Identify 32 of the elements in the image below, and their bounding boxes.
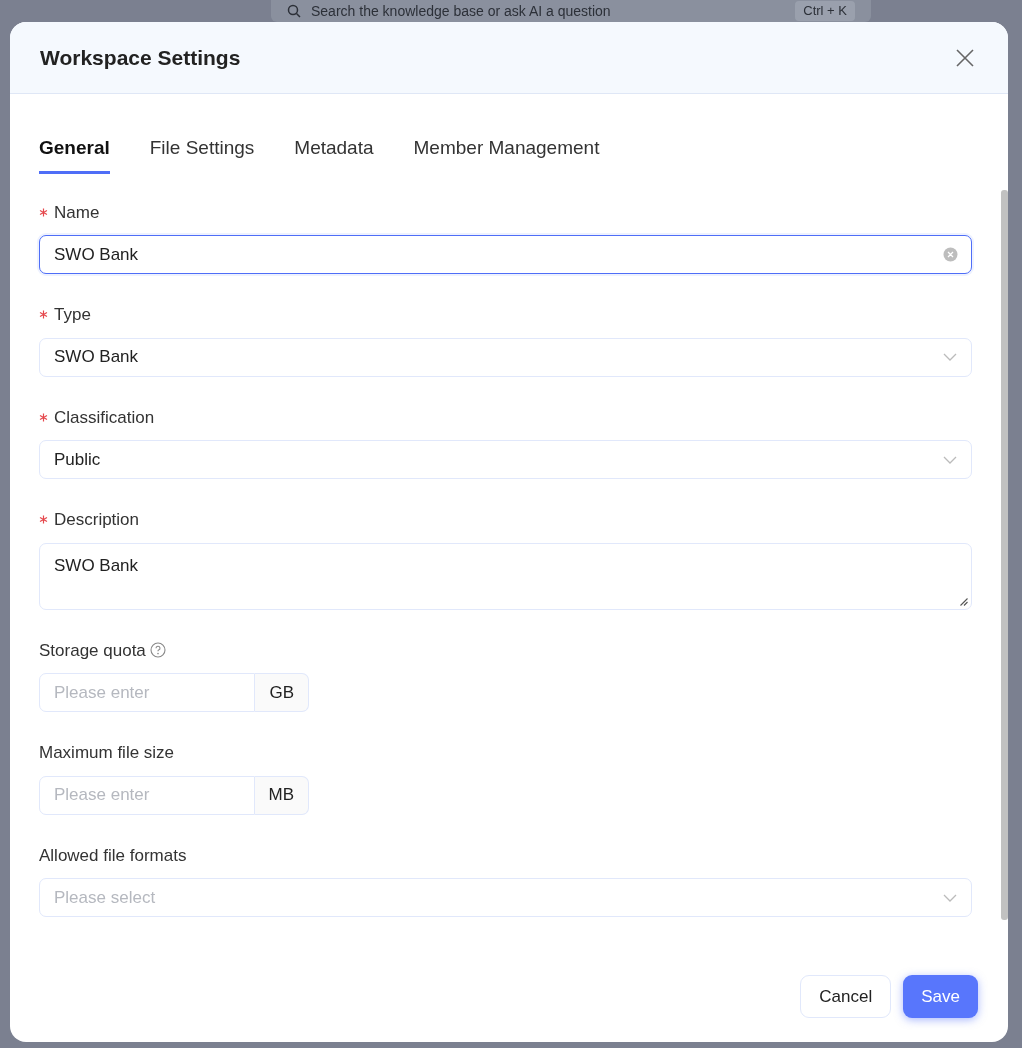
- text-input[interactable]: SWO Bank: [39, 235, 972, 274]
- shortcut-hint: Ctrl + K: [795, 1, 855, 21]
- search-bar[interactable]: Search the knowledge base or ask AI a question Ctrl + K: [271, 0, 871, 22]
- scrollbar-thumb[interactable]: [1001, 190, 1008, 920]
- cancel-button[interactable]: Cancel: [800, 974, 892, 1018]
- tab[interactable]: General: [39, 134, 110, 174]
- save-button[interactable]: Save: [903, 974, 978, 1018]
- tab[interactable]: Member Management: [413, 134, 600, 174]
- select-field[interactable]: Public: [39, 440, 972, 479]
- search-placeholder: Search the knowledge base or ask AI a question: [311, 1, 611, 21]
- chevron-down-icon: [943, 455, 957, 464]
- field-label: Type: [54, 304, 91, 326]
- field-label: Storage quota: [39, 639, 146, 662]
- number-input[interactable]: Please enter: [39, 673, 256, 712]
- close-icon: [956, 49, 974, 68]
- search-icon: [287, 4, 301, 18]
- field-label: Description: [54, 509, 140, 531]
- unit-label: MB: [254, 775, 309, 815]
- field-label: Classification: [54, 406, 155, 429]
- resize-handle-icon[interactable]: [960, 597, 968, 606]
- tab[interactable]: File Settings: [149, 134, 255, 174]
- tab[interactable]: Metadata: [294, 134, 374, 174]
- select-field[interactable]: SWO Bank: [39, 337, 972, 377]
- number-input[interactable]: Please enter: [39, 775, 255, 815]
- field-label: Name: [54, 201, 100, 224]
- textarea-field[interactable]: SWO Bank: [39, 542, 972, 610]
- chevron-down-icon: [943, 893, 957, 902]
- unit-label: GB: [255, 673, 309, 712]
- field-label: Maximum file size: [39, 742, 175, 764]
- field-label: Allowed file formats: [39, 844, 187, 867]
- chevron-down-icon: [943, 353, 957, 361]
- dialog-title: Workspace Settings: [40, 44, 241, 71]
